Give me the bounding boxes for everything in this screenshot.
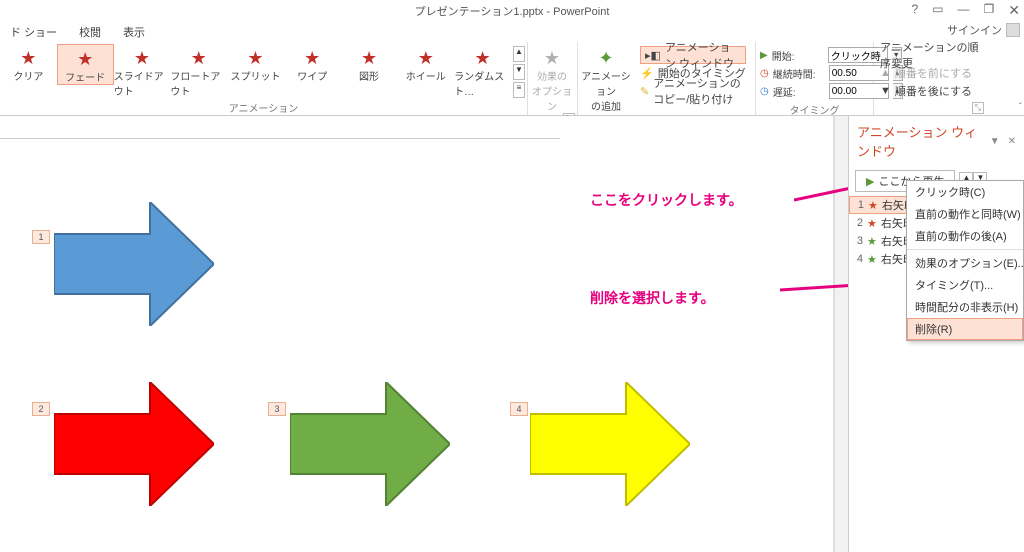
workspace: 1 2 3 4 ここをクリックします。 削除を選択します。 アニメーション ウィ… — [0, 116, 1024, 552]
star-icon: ★ — [18, 48, 38, 68]
up-icon: ▲ — [880, 67, 891, 79]
arrow-shape-red[interactable] — [54, 382, 214, 506]
arrow-shape-green[interactable] — [290, 382, 450, 506]
ctx-hide-timeline[interactable]: 時間配分の非表示(H) — [907, 296, 1023, 318]
move-earlier-button[interactable]: ▲順番を前にする — [880, 64, 980, 82]
gallery-more-icon[interactable]: ≡ — [513, 82, 525, 98]
star-icon: ★ — [189, 48, 209, 68]
gallery-down-icon[interactable]: ▼ — [513, 64, 525, 80]
reorder-title: アニメーションの順序変更 — [880, 46, 980, 64]
anim-split[interactable]: ★スプリット — [227, 44, 284, 83]
tab-slideshow[interactable]: ド ショー — [0, 22, 67, 42]
effect-options-button[interactable]: ★ 効果の オプション — [528, 44, 576, 113]
ctx-effect-options[interactable]: 効果のオプション(E)... — [907, 252, 1023, 274]
star-icon: ★ — [302, 48, 322, 68]
close-icon[interactable]: ✕ — [1008, 2, 1020, 19]
star-icon: ★ — [542, 48, 562, 68]
context-menu: クリック時(C) 直前の動作と同時(W) 直前の動作の後(A) 効果のオプション… — [906, 180, 1024, 341]
separator — [907, 249, 1023, 250]
move-later-button[interactable]: ▼順番を後にする — [880, 82, 980, 100]
anim-random[interactable]: ★ランダムスト… — [454, 44, 511, 98]
brush-icon: ✎ — [640, 85, 649, 98]
group-label-animation: アニメーション — [0, 100, 527, 117]
window-controls: ? ▭ — ❐ ✕ — [911, 2, 1020, 19]
slide-edge — [0, 138, 560, 139]
annotation-text: ここをクリックします。 — [590, 190, 743, 210]
animation-pane-button[interactable]: ▸◧アニメーション ウィンドウ — [640, 46, 746, 64]
window-title: プレゼンテーション1.pptx - PowerPoint — [415, 3, 610, 19]
ctx-remove[interactable]: 削除(R) — [907, 318, 1023, 340]
pane-close-icon[interactable]: ✕ — [1008, 136, 1016, 147]
animation-painter-button[interactable]: ✎アニメーションのコピー/貼り付け — [640, 82, 746, 100]
reorder-group: アニメーションの順序変更 ▲順番を前にする ▼順番を後にする ⤡ — [874, 42, 986, 115]
clock-icon: ◷ — [760, 86, 769, 97]
tab-view[interactable]: 表示 — [113, 22, 155, 42]
flash-icon: ⚡ — [640, 67, 654, 80]
avatar-icon — [1006, 23, 1020, 37]
anim-wipe[interactable]: ★ワイプ — [284, 44, 341, 83]
star-icon: ★ — [132, 48, 152, 68]
dialog-launcher-icon[interactable]: ⤡ — [972, 102, 984, 114]
ribbon-tabs: ド ショー 校閲 表示 — [0, 22, 1024, 42]
anim-floatout[interactable]: ★フロートアウト — [170, 44, 227, 98]
anim-clear[interactable]: ★クリア — [0, 44, 57, 83]
arrow-shape-yellow[interactable] — [530, 382, 690, 506]
minimize-icon[interactable]: — — [958, 2, 970, 19]
ctx-on-click[interactable]: クリック時(C) — [907, 181, 1023, 203]
animation-order-tag[interactable]: 2 — [32, 402, 50, 416]
animation-order-tag[interactable]: 4 — [510, 402, 528, 416]
arrow-shape-blue[interactable] — [54, 202, 214, 326]
gallery-up-icon[interactable]: ▲ — [513, 46, 525, 62]
ribbon-collapse-icon[interactable]: ˇ — [1019, 102, 1022, 113]
animation-pane: アニメーション ウィンドウ ▼✕ ▶ここから再生 ▲▼ 1★右矢印 6▼ 2★右… — [848, 116, 1024, 552]
ctx-timing[interactable]: タイミング(T)... — [907, 274, 1023, 296]
anim-fade[interactable]: ★フェード — [57, 44, 114, 85]
ribbon: ★クリア ★フェード ★スライドアウト ★フロートアウト ★スプリット ★ワイプ… — [0, 42, 1024, 116]
ribbon-collapse-icon[interactable]: ▭ — [932, 2, 943, 19]
animation-order-tag[interactable]: 1 — [32, 230, 50, 244]
title-bar: プレゼンテーション1.pptx - PowerPoint ? ▭ — ❐ ✕ — [0, 0, 1024, 22]
clock-icon: ◷ — [760, 68, 769, 79]
sign-in[interactable]: サインイン — [947, 22, 1020, 38]
play-icon: ▶ — [760, 50, 768, 61]
anim-slideout[interactable]: ★スライドアウト — [114, 44, 171, 98]
star-icon: ★ — [416, 48, 436, 68]
slide-canvas[interactable]: 1 2 3 4 ここをクリックします。 削除を選択します。 — [0, 116, 834, 552]
anim-shape[interactable]: ★図形 — [341, 44, 398, 83]
play-icon: ▶ — [866, 175, 874, 188]
down-icon: ▼ — [880, 85, 891, 97]
annotation-text: 削除を選択します。 — [590, 288, 715, 308]
pane-icon: ▸◧ — [645, 49, 661, 62]
add-animation-button[interactable]: ✦ アニメーション の追加 — [578, 44, 634, 113]
star-icon: ★ — [245, 48, 265, 68]
anim-wheel[interactable]: ★ホイール — [397, 44, 454, 83]
ctx-with-previous[interactable]: 直前の動作と同時(W) — [907, 203, 1023, 225]
ctx-after-previous[interactable]: 直前の動作の後(A) — [907, 225, 1023, 247]
help-icon[interactable]: ? — [911, 2, 918, 19]
timing-group: ▶ 開始: ▼ ◷ 継続時間: ▴ ◷ 遅延: ▴ — [756, 42, 874, 115]
star-icon: ★ — [473, 48, 493, 68]
animation-order-tag[interactable]: 3 — [268, 402, 286, 416]
pane-dropdown-icon[interactable]: ▼ — [990, 136, 1000, 147]
effect-options-group: ★ 効果の オプション ⤡ — [528, 42, 578, 115]
animation-pane-title: アニメーション ウィンドウ ▼✕ — [849, 116, 1024, 166]
star-icon: ★ — [359, 48, 379, 68]
gallery-nav: ▲ ▼ ≡ — [511, 44, 527, 100]
animation-gallery-group: ★クリア ★フェード ★スライドアウト ★フロートアウト ★スプリット ★ワイプ… — [0, 42, 528, 115]
tab-review[interactable]: 校閲 — [69, 22, 111, 42]
star-plus-icon: ✦ — [596, 48, 616, 68]
restore-icon[interactable]: ❐ — [984, 2, 995, 19]
star-icon: ★ — [75, 49, 95, 69]
advanced-animation-group: ✦ アニメーション の追加 ▸◧アニメーション ウィンドウ ⚡開始のタイミング … — [578, 42, 756, 115]
